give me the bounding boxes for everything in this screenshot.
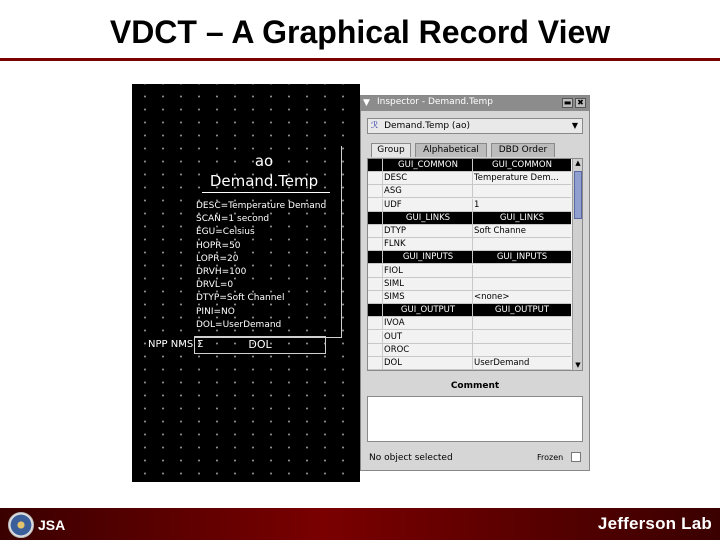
record-field: DOL=UserDemand	[196, 319, 282, 330]
property-name: OROC	[384, 344, 410, 355]
property-row[interactable]: FIOL	[368, 264, 571, 278]
property-row[interactable]: OROC	[368, 343, 571, 357]
property-name: DESC	[384, 173, 408, 184]
property-name: UDF	[384, 199, 402, 210]
chevron-down-icon[interactable]: ▼	[572, 119, 578, 133]
property-value: GUI_LINKS	[499, 212, 545, 223]
property-value[interactable]: Soft Channe	[474, 225, 570, 237]
property-name: FLNK	[384, 239, 406, 250]
title-rule	[0, 58, 720, 61]
property-name: GUI_LINKS	[405, 212, 451, 223]
record-box[interactable]: ao Demand.Temp DESC=Temperature Demand S…	[194, 146, 342, 338]
inspector-window: ▼ Inspector - Demand.Temp ▬ ✖ ℛ Demand.T…	[360, 95, 590, 471]
record-field: DRVH=100	[196, 267, 247, 278]
scroll-up-icon[interactable]: ▲	[573, 159, 582, 168]
minimize-button[interactable]: ▬	[562, 98, 573, 108]
property-name: OUT	[384, 331, 403, 342]
property-value: GUI_OUTPUT	[494, 305, 550, 316]
property-name: FIOL	[384, 265, 403, 276]
record-field: DESC=Temperature Demand	[196, 201, 327, 211]
link-source-label: NPP NMS	[148, 339, 194, 350]
link-field-box[interactable]: Σ DOL	[194, 336, 326, 354]
tab-group[interactable]: Group	[371, 143, 411, 157]
record-selector-value: Demand.Temp (ao)	[384, 121, 470, 131]
status-text: No object selected	[369, 453, 453, 463]
vertical-scrollbar[interactable]: ▲ ▼	[572, 159, 582, 370]
record-field: SCAN=1 second	[196, 214, 270, 225]
property-row[interactable]: SIMS <none>	[368, 291, 571, 304]
record-field: DRVL=0	[196, 280, 234, 291]
link-field-label: DOL	[248, 338, 272, 351]
jefferson-lab-logo: Jefferson Lab	[597, 514, 712, 533]
property-row[interactable]: OUT	[368, 330, 571, 344]
property-row[interactable]: DTYP Soft Channe	[368, 225, 571, 238]
record-icon: ℛ	[371, 121, 379, 131]
window-menu-icon[interactable]: ▼	[363, 98, 374, 108]
scroll-thumb[interactable]	[574, 171, 582, 219]
property-name: GUI_INPUTS	[402, 252, 454, 263]
property-value[interactable]: <none>	[474, 291, 570, 303]
record-divider	[202, 192, 330, 193]
drawing-canvas[interactable]: ao Demand.Temp DESC=Temperature Demand S…	[132, 84, 360, 482]
record-fields: DESC=Temperature Demand SCAN=1 second EG…	[196, 200, 326, 332]
comment-textarea[interactable]	[367, 396, 583, 442]
window-titlebar[interactable]: ▼ Inspector - Demand.Temp ▬ ✖	[361, 96, 589, 111]
property-name: DOL	[384, 358, 402, 368]
property-row[interactable]: DOL UserDemand	[368, 357, 571, 370]
property-row[interactable]: ASG	[368, 185, 571, 199]
property-name: DTYP	[384, 226, 407, 236]
property-name: GUI_OUTPUT	[400, 305, 456, 316]
property-value: GUI_INPUTS	[496, 252, 548, 263]
property-group-row[interactable]: GUI_COMMON GUI_COMMON	[368, 159, 571, 172]
comment-label: Comment	[450, 381, 500, 391]
jsa-logo: JSA	[38, 517, 66, 533]
frozen-label: Frozen	[537, 453, 564, 462]
window-title: Inspector - Demand.Temp	[377, 97, 493, 107]
property-name: IVOA	[384, 318, 405, 329]
property-group-row[interactable]: GUI_INPUTS GUI_INPUTS	[368, 251, 571, 265]
property-group-row[interactable]: GUI_LINKS GUI_LINKS	[368, 211, 571, 225]
slide-footer: JSA Jefferson Lab	[0, 508, 720, 540]
property-table: GUI_COMMON GUI_COMMON DESC Temperature Dem.…	[367, 158, 583, 371]
frozen-checkbox[interactable]	[571, 452, 581, 462]
property-value[interactable]: UserDemand	[474, 357, 570, 369]
record-type: ao	[254, 152, 274, 170]
slide-title: VDCT – A Graphical Record View	[109, 14, 611, 50]
property-name: ASG	[384, 186, 402, 197]
record-field: DTYP=Soft Channel	[196, 293, 285, 304]
property-value: GUI_COMMON	[492, 160, 552, 170]
property-row[interactable]: FLNK	[368, 238, 571, 252]
property-name: SIML	[384, 278, 404, 289]
record-field: LOPR=20	[196, 253, 239, 264]
tab-alphabetical[interactable]: Alphabetical	[415, 143, 487, 157]
sigma-icon: Σ	[197, 339, 204, 350]
record-name: Demand.Temp	[209, 172, 319, 190]
doe-seal-logo	[8, 512, 34, 538]
tab-dbd-order[interactable]: DBD Order	[491, 143, 555, 157]
property-row[interactable]: SIML	[368, 277, 571, 291]
property-name: GUI_COMMON	[398, 160, 458, 170]
property-row[interactable]: DESC Temperature Dem...	[368, 172, 571, 186]
scroll-down-icon[interactable]: ▼	[573, 361, 582, 370]
close-button[interactable]: ✖	[575, 98, 586, 108]
property-group-row[interactable]: GUI_OUTPUT GUI_OUTPUT	[368, 304, 571, 318]
record-field: HOPR=50	[196, 240, 241, 251]
record-field: EGU=Celsius	[196, 227, 255, 238]
record-field: PINI=NO	[196, 306, 235, 317]
record-selector[interactable]: ℛ Demand.Temp (ao) ▼	[367, 118, 583, 134]
property-name: SIMS	[384, 292, 405, 302]
property-row[interactable]: IVOA	[368, 317, 571, 331]
property-value[interactable]: 1	[474, 199, 570, 211]
property-row[interactable]: UDF 1	[368, 198, 571, 212]
property-value[interactable]: Temperature Dem...	[474, 172, 570, 184]
